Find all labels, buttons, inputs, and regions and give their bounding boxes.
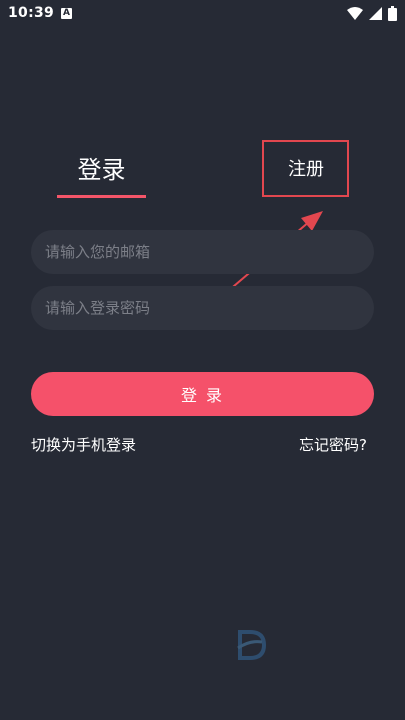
status-time: 10:39 bbox=[8, 5, 55, 21]
forgot-password-link[interactable]: 忘记密码? bbox=[299, 434, 367, 456]
watermark-logo-icon bbox=[237, 630, 266, 660]
wifi-icon bbox=[347, 6, 363, 20]
notification-a-icon: A bbox=[61, 8, 72, 19]
tab-active-indicator bbox=[57, 195, 146, 198]
login-button[interactable]: 登 录 bbox=[31, 372, 374, 416]
switch-to-phone-login-link[interactable]: 切换为手机登录 bbox=[31, 434, 136, 456]
signal-icon bbox=[369, 6, 382, 20]
status-icons bbox=[347, 5, 397, 21]
annotation-highlight-box bbox=[262, 140, 349, 197]
battery-icon bbox=[388, 5, 397, 21]
tab-login[interactable]: 登录 bbox=[56, 153, 147, 187]
annotation-arrow-icon bbox=[185, 211, 323, 328]
password-input[interactable] bbox=[31, 286, 374, 330]
email-input[interactable] bbox=[31, 230, 374, 274]
